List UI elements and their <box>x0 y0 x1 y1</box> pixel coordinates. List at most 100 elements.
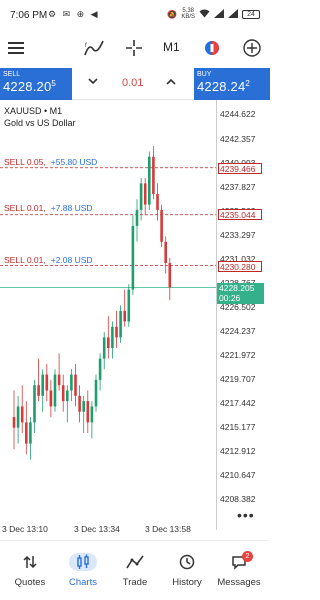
status-bar: 7:06 PM ⚙ ✉ ⊕ ◀ 🔕 5.38 KB/S 24 <box>0 0 270 30</box>
status-time: 7:06 PM <box>10 10 48 21</box>
candle <box>111 321 114 359</box>
candle-body <box>78 395 81 412</box>
buy-price: 4228.242 <box>197 79 251 94</box>
nav-trade[interactable]: Trade <box>108 541 162 600</box>
y-tick: 4208.382 <box>220 494 256 504</box>
candle-body <box>70 374 73 391</box>
nav-charts[interactable]: Charts <box>56 541 110 600</box>
candle <box>115 310 118 349</box>
mute-icon: 🔕 <box>167 9 178 19</box>
y-tick: 4233.297 <box>220 230 256 240</box>
nav-label: Quotes <box>14 577 46 588</box>
nav-label: Charts <box>69 577 97 588</box>
candle-body <box>86 401 90 423</box>
signal-icon <box>214 8 224 20</box>
candle <box>98 353 102 391</box>
bar-countdown: 00:26 <box>219 293 241 303</box>
y-tick: 4242.357 <box>220 134 256 144</box>
candle <box>70 369 73 402</box>
nav-label: History <box>172 577 202 588</box>
sell-button[interactable]: SELL 4228.205 <box>0 68 72 100</box>
candle <box>33 379 36 434</box>
more-options-icon[interactable]: ••• <box>237 507 255 523</box>
candle-body <box>164 241 167 264</box>
y-tick: 4210.647 <box>220 470 256 480</box>
volume-input[interactable]: 0.01 <box>122 77 143 89</box>
candle <box>143 178 147 216</box>
candle <box>90 401 94 439</box>
candle <box>119 305 122 343</box>
volume-increase-icon[interactable] <box>166 76 176 88</box>
candle-body <box>160 209 163 242</box>
symbol-description: Gold vs US Dollar <box>4 118 76 128</box>
candle-body <box>94 379 98 407</box>
bottom-navigation: Quotes Charts Trade History Messages <box>0 540 270 600</box>
candle-body <box>131 225 135 290</box>
add-object-icon[interactable] <box>240 36 264 60</box>
order-label[interactable]: SELL 0.01, +7.88 USD <box>4 203 93 213</box>
nav-label: Trade <box>122 577 148 588</box>
battery-icon: 24 <box>242 9 260 19</box>
candle-body <box>102 337 106 359</box>
candle <box>168 257 172 301</box>
trade-icon <box>121 553 149 571</box>
candle-body <box>82 401 85 412</box>
x-tick: 3 Dec 13:10 <box>2 524 48 534</box>
candle <box>25 401 28 455</box>
candle <box>139 178 143 221</box>
candle <box>16 395 20 444</box>
timeframe-button[interactable]: M1 <box>163 40 180 54</box>
candle <box>53 369 57 412</box>
candle-body <box>111 326 114 349</box>
volume-decrease-icon[interactable] <box>88 76 98 88</box>
candle-body <box>74 374 77 396</box>
current-price-tag: 4228.205 00:26 <box>217 283 264 304</box>
candle-body <box>25 422 28 444</box>
candle-body <box>12 417 16 428</box>
candle-body <box>139 183 143 210</box>
candle <box>82 395 85 434</box>
candle-body <box>148 156 151 205</box>
nav-label: Messages <box>217 577 261 588</box>
candle-body <box>127 289 131 322</box>
candle-body <box>66 390 69 402</box>
x-tick: 3 Dec 13:58 <box>145 524 191 534</box>
y-tick: 4219.707 <box>220 374 256 384</box>
candle <box>164 236 167 274</box>
indicators-icon[interactable]: f <box>82 36 106 60</box>
charts-icon <box>69 553 97 571</box>
crosshair-icon[interactable] <box>122 36 146 60</box>
candle <box>12 390 16 449</box>
candle <box>78 385 81 423</box>
candle-body <box>20 406 24 423</box>
nav-history[interactable]: History <box>160 541 214 600</box>
trade-icon[interactable] <box>200 36 224 60</box>
candle <box>41 369 44 412</box>
nav-quotes[interactable]: Quotes <box>3 541 57 600</box>
y-tick: 4217.442 <box>220 398 256 408</box>
candle <box>131 215 135 295</box>
candle <box>66 385 69 423</box>
candle <box>148 151 151 210</box>
menu-icon[interactable] <box>4 36 28 60</box>
buy-button[interactable]: BUY 4228.242 <box>194 68 270 100</box>
candle-body <box>57 374 61 386</box>
messages-badge: 2 <box>242 551 253 562</box>
order-label[interactable]: SELL 0.01, +2.08 USD <box>4 255 93 265</box>
candle-body <box>119 310 122 338</box>
nav-messages[interactable]: Messages <box>212 541 266 600</box>
one-click-trade-bar: SELL 4228.205 0.01 BUY 4228.242 <box>0 68 270 100</box>
candle-body <box>41 374 44 396</box>
candle-body <box>156 193 159 210</box>
candle-body <box>168 263 172 288</box>
sell-label: SELL <box>3 71 21 78</box>
candle-body <box>53 374 57 407</box>
wifi-icon <box>199 9 210 20</box>
candle-body <box>61 385 65 402</box>
candle <box>74 363 77 407</box>
chart-toolbar: f M1 <box>0 30 270 66</box>
candle <box>37 358 40 402</box>
order-label[interactable]: SELL 0.05, +55.80 USD <box>4 157 97 167</box>
quotes-icon <box>16 553 44 571</box>
candle <box>135 199 139 242</box>
